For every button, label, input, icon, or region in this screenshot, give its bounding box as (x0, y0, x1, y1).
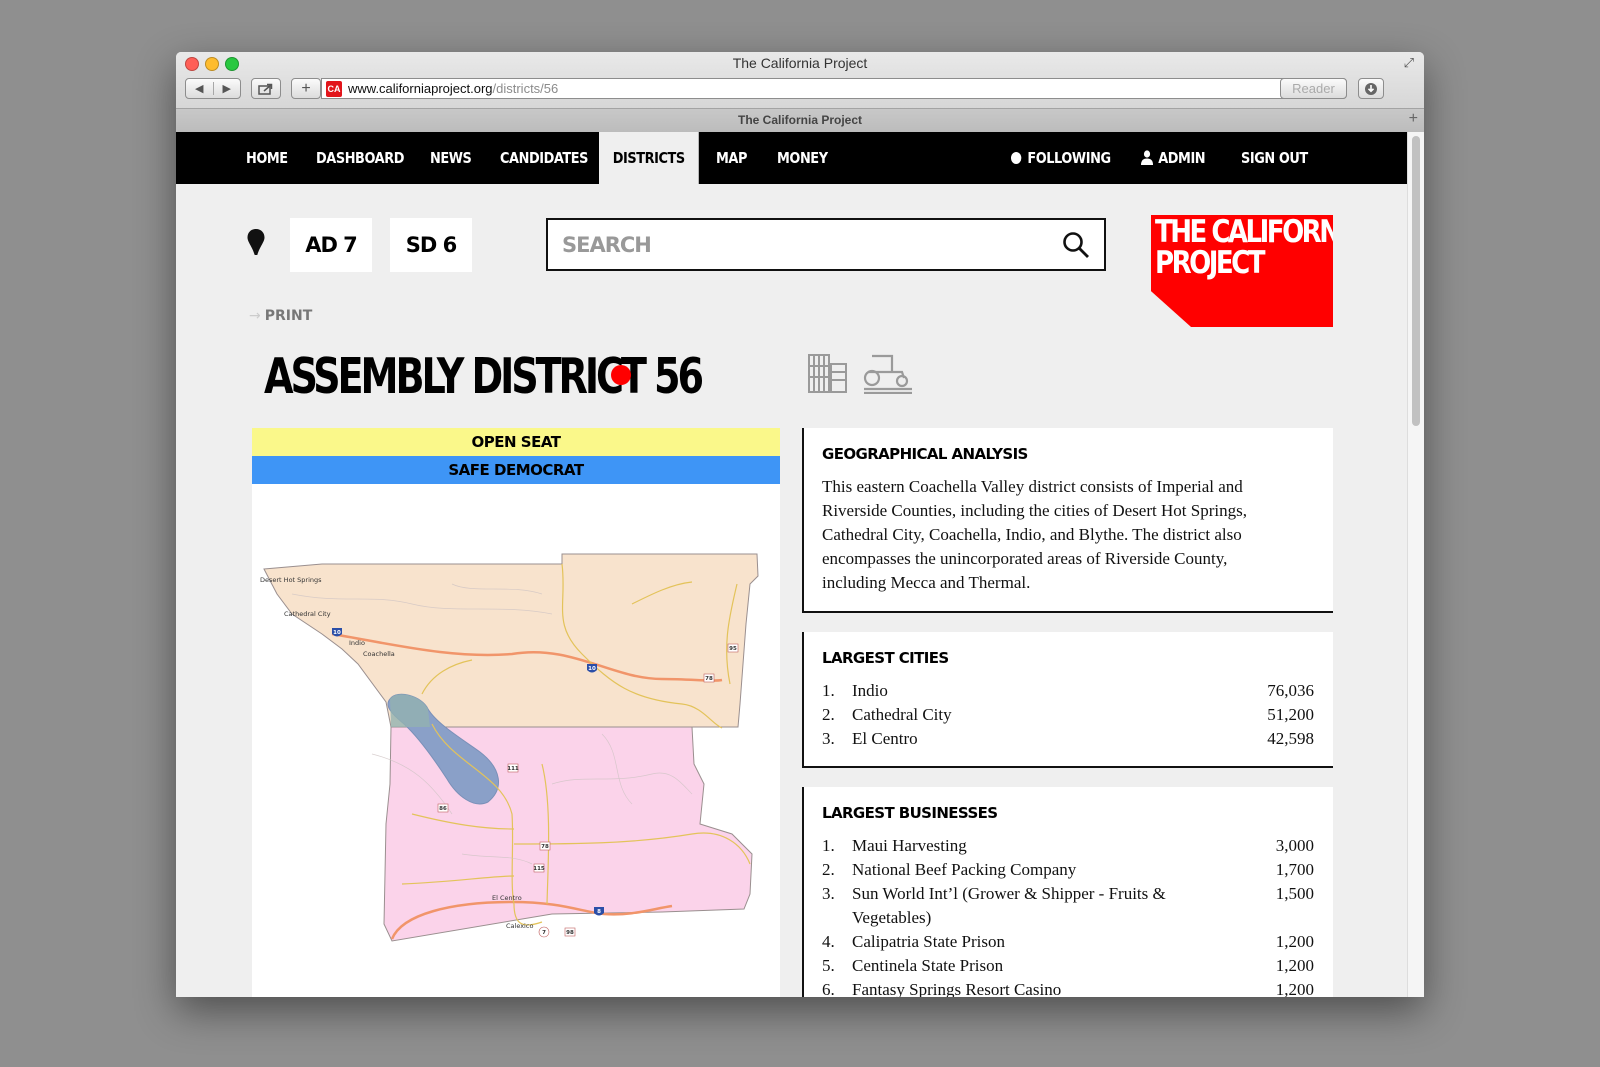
browser-window: The California Project ⤢ ◀ ▶ + CA www.ca… (176, 52, 1424, 997)
tab-strip: The California Project + (176, 108, 1424, 132)
svg-text:10: 10 (333, 630, 341, 636)
svg-text:78: 78 (541, 844, 549, 850)
nav-map[interactable]: MAP (716, 132, 747, 184)
nav-following[interactable]: FOLLOWING (1011, 132, 1111, 184)
user-icon (1141, 150, 1154, 165)
geographical-analysis-card: GEOGRAPHICAL ANALYSIS This eastern Coach… (802, 428, 1333, 613)
nav-admin-label: ADMIN (1158, 149, 1206, 167)
list-item: 1. Maui Harvesting 3,000 (822, 836, 1314, 855)
address-bar[interactable]: CA www.californiaproject.org/districts/5… (321, 78, 1347, 99)
nav-home[interactable]: HOME (246, 132, 288, 184)
assembly-district-button[interactable]: AD 7 (290, 218, 372, 272)
add-bookmark-button[interactable]: + (291, 78, 321, 99)
site-nav: HOME DASHBOARD NEWS CANDIDATES DISTRICTS… (176, 132, 1408, 184)
page-scrollbar[interactable] (1407, 132, 1424, 997)
browser-toolbar: The California Project ⤢ ◀ ▶ + CA www.ca… (176, 52, 1424, 132)
back-forward-group: ◀ ▶ (185, 78, 241, 99)
map-label-desert-hot-springs: Desert Hot Springs (260, 576, 322, 584)
map-label-el-centro: El Centro (492, 894, 522, 902)
nav-news[interactable]: NEWS (430, 132, 472, 184)
scrollbar-thumb[interactable] (1412, 136, 1420, 426)
i8-shield-icon: 8 (594, 907, 604, 916)
search-input[interactable] (560, 231, 1044, 258)
party-indicator-dot (611, 365, 631, 385)
nav-candidates[interactable]: CANDIDATES (500, 132, 588, 184)
forward-arrow-icon[interactable]: ▶ (212, 82, 241, 95)
list-item: 3. El Centro 42,598 (822, 729, 1314, 748)
map-region-riverside (263, 553, 759, 728)
map-label-cathedral-city: Cathedral City (284, 610, 331, 618)
svg-text:115: 115 (533, 866, 545, 872)
svg-text:8: 8 (597, 909, 601, 915)
urban-buildings-icon (808, 354, 847, 393)
list-item: 2. Cathedral City 51,200 (822, 705, 1314, 724)
largest-businesses-list: 1. Maui Harvesting 3,000 2. National Beef P… (822, 834, 1314, 997)
senate-district-button[interactable]: SD 6 (390, 218, 472, 272)
back-arrow-icon[interactable]: ◀ (186, 82, 213, 95)
list-item: 5. Centinela State Prison 1,200 (822, 956, 1314, 975)
share-button[interactable] (251, 78, 281, 99)
svg-text:78: 78 (705, 676, 713, 682)
svg-text:10: 10 (588, 666, 596, 672)
fullscreen-icon[interactable]: ⤢ (1404, 55, 1414, 71)
district-map[interactable]: Desert Hot Springs Cathedral City Indio … (252, 484, 780, 997)
reader-button[interactable]: Reader (1280, 78, 1347, 99)
arrow-right-icon: → (249, 308, 261, 324)
nav-districts[interactable]: DISTRICTS (599, 132, 699, 184)
window-title: The California Project (732, 55, 868, 71)
geographical-analysis-text: This eastern Coachella Valley district c… (822, 477, 1247, 592)
svg-text:86: 86 (439, 806, 447, 812)
largest-cities-list: 1. Indio 76,036 2. Cathedral City 51,200 3. E… (822, 679, 1314, 751)
nav-money[interactable]: MONEY (777, 132, 828, 184)
url-path: /districts/56 (492, 81, 559, 96)
url-domain: www.californiaproject.org (348, 81, 493, 96)
nav-following-label: FOLLOWING (1027, 149, 1111, 167)
svg-text:95: 95 (729, 646, 737, 652)
share-icon (258, 83, 273, 95)
list-item: 1. Indio 76,036 (822, 681, 1314, 700)
svg-text:98: 98 (566, 930, 574, 936)
svg-text:7: 7 (542, 930, 546, 936)
list-item: 6. Fantasy Springs Resort Casino 1,200 (822, 980, 1314, 997)
largest-businesses-title: LARGEST BUSINESSES (822, 804, 998, 822)
site-favicon-icon: CA (326, 80, 342, 97)
list-item: 2. National Beef Packing Company 1,700 (822, 860, 1314, 879)
nav-dashboard[interactable]: DASHBOARD (316, 132, 404, 184)
i10-shield-icon: 10 (332, 628, 342, 637)
map-label-calexico: Calexico (506, 922, 533, 930)
i10-shield-icon: 10 (587, 664, 597, 673)
plus-icon: + (301, 79, 311, 97)
new-tab-icon[interactable]: + (1409, 110, 1418, 128)
nav-admin[interactable]: ADMIN (1141, 132, 1206, 184)
largest-cities-card: LARGEST CITIES 1. Indio 76,036 2. Cathedral… (802, 632, 1333, 768)
largest-cities-title: LARGEST CITIES (822, 649, 949, 667)
page-title: ASSEMBLY DISTRICT 56 (264, 348, 704, 405)
search-icon[interactable] (1062, 231, 1090, 259)
agriculture-tractor-icon (863, 354, 912, 394)
search-box (546, 218, 1106, 271)
downloads-button[interactable] (1358, 78, 1384, 99)
location-pin-icon (247, 229, 265, 255)
tab-the-california-project[interactable]: The California Project (176, 113, 1424, 127)
following-dot-icon (1011, 152, 1022, 164)
lean-status-badge: SAFE DEMOCRAT (252, 456, 780, 484)
seat-status-badge: OPEN SEAT (252, 428, 780, 456)
largest-businesses-card: LARGEST BUSINESSES 1. Maui Harvesting 3,00… (802, 787, 1333, 997)
list-item: 4. Calipatria State Prison 1,200 (822, 932, 1314, 951)
download-icon (1365, 82, 1377, 95)
map-label-coachella: Coachella (363, 650, 395, 658)
geographical-analysis-title: GEOGRAPHICAL ANALYSIS (822, 445, 1028, 463)
svg-text:111: 111 (507, 766, 519, 772)
print-link[interactable]: → PRINT (249, 308, 312, 324)
nav-sign-out[interactable]: SIGN OUT (1241, 132, 1308, 184)
logo-text: THE CALIFORNIA PROJECT (1155, 214, 1364, 281)
district-map-svg: Desert Hot Springs Cathedral City Indio … (260, 553, 759, 942)
map-label-indio: Indio (349, 639, 365, 647)
california-project-logo[interactable]: THE CALIFORNIA PROJECT (1151, 215, 1333, 327)
list-item: 3. Sun World Int’l (Grower & Shipper - Fr… (822, 884, 1314, 927)
